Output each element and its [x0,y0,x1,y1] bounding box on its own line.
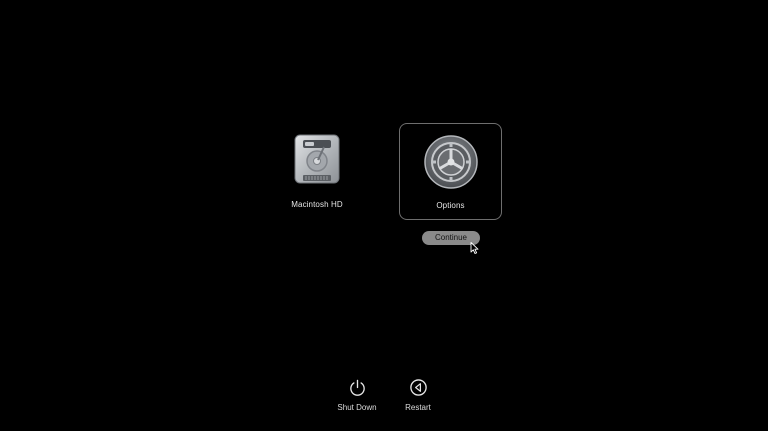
restart-icon [409,379,427,396]
power-icon [349,379,365,396]
hard-drive-icon [294,134,340,184]
gear-icon [423,135,478,189]
shutdown-label: Shut Down [337,403,377,412]
boot-option-label: Options [436,201,465,210]
boot-volume-macintosh-hd[interactable]: Macintosh HD [266,124,368,220]
boot-volume-label: Macintosh HD [291,200,343,209]
boot-option-options[interactable]: Options [399,123,502,220]
startup-options-screen: Macintosh HD Options Continue Shut Down … [0,0,768,431]
mouse-pointer-icon [470,242,479,254]
restart-label: Restart [405,403,431,412]
restart-button[interactable]: Restart [396,378,440,412]
shutdown-button[interactable]: Shut Down [334,378,380,412]
